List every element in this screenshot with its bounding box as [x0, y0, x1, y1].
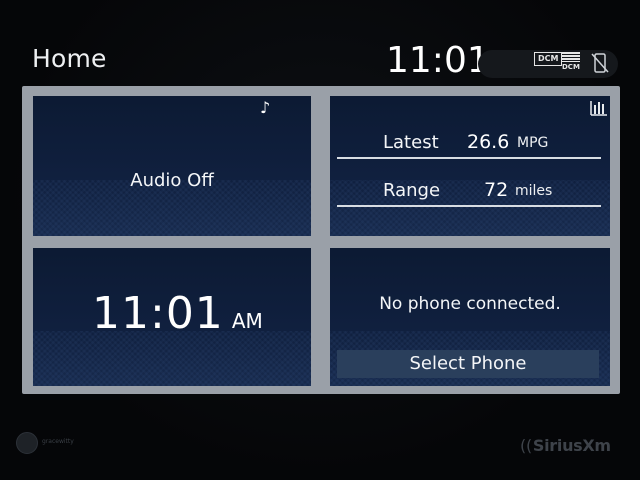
watermark-logo-icon [16, 432, 38, 454]
head-unit-screen: Home 11:01 DCM DCM Audio Off ♪ Latest 26… [0, 0, 640, 480]
dcm-signal-icon: DCM [562, 52, 582, 76]
fuel-divider [337, 205, 601, 207]
fuel-divider [337, 157, 601, 159]
page-title: Home [32, 44, 107, 73]
music-note-icon: ♪ [260, 98, 271, 117]
siriusxm-logo-text: SiriusXm [532, 436, 611, 455]
fuel-economy-tile[interactable] [330, 96, 610, 236]
audio-tile[interactable]: Audio Off [33, 96, 311, 236]
fuel-row-unit: MPG [517, 135, 549, 151]
clock-ampm: AM [231, 309, 263, 333]
audio-status-label: Audio Off [130, 170, 214, 191]
clock-display: 11:01 AM [92, 288, 263, 339]
fuel-row-latest: Latest 26.6 MPG [337, 128, 601, 158]
clock-time: 11:01 [92, 288, 224, 339]
header-clock: 11:01 [386, 40, 490, 81]
fuel-row-range: Range 72 miles [337, 176, 601, 206]
phone-status-message: No phone connected. [379, 294, 561, 314]
fuel-row-value: 26.6 [467, 131, 510, 153]
dcm-signal-label: DCM [562, 63, 580, 71]
select-phone-button[interactable]: Select Phone [337, 350, 599, 378]
siriusxm-logo: ((SiriusXm [520, 436, 611, 455]
dcm-icon: DCM [534, 52, 563, 66]
fuel-row-unit: miles [515, 183, 553, 199]
fuel-row-label: Latest [383, 132, 439, 153]
phone-disconnected-icon [590, 52, 610, 74]
watermark-text: gracewitty [42, 438, 74, 445]
bar-graph-icon [590, 99, 608, 116]
fuel-row-value: 72 [484, 179, 509, 201]
fuel-row-label: Range [383, 180, 441, 201]
